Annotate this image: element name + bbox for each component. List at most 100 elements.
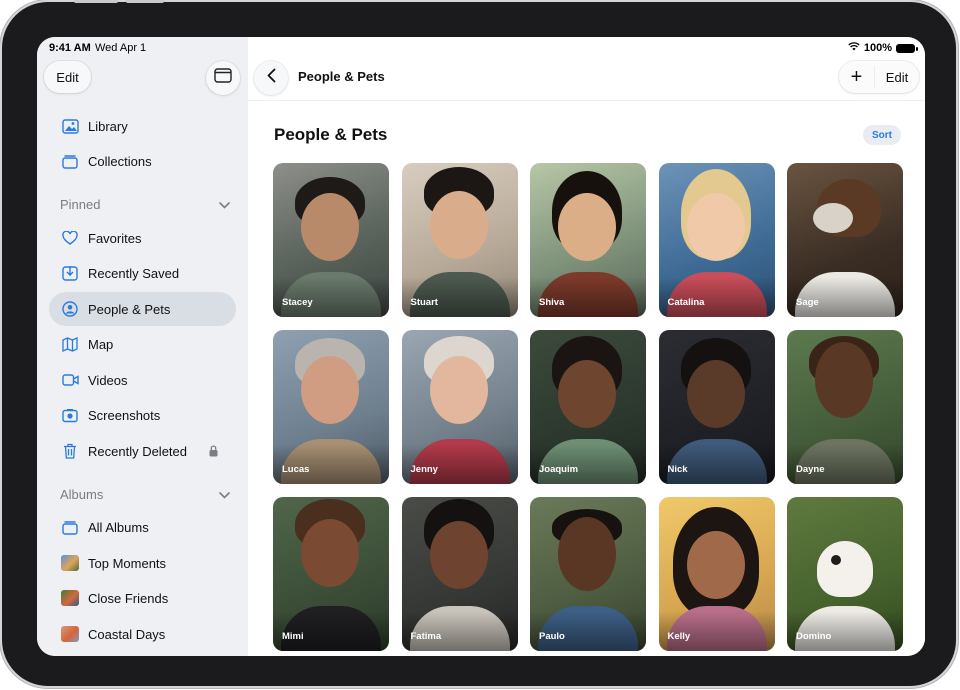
- sidebar-toggle-icon: [214, 68, 232, 88]
- sidebar-item-screenshots[interactable]: Screenshots: [49, 398, 236, 432]
- sidebar-item-label: Recently Saved: [88, 265, 180, 281]
- person-name: Stuart: [410, 297, 438, 308]
- person-card-shiva[interactable]: Shiva: [530, 163, 646, 317]
- edit-button[interactable]: Edit: [875, 70, 919, 85]
- back-button[interactable]: [254, 61, 288, 95]
- sidebar-toggle-button[interactable]: [206, 61, 240, 95]
- person-card-paulo[interactable]: Paulo: [530, 497, 646, 651]
- pinned-section-header[interactable]: Pinned: [60, 197, 230, 212]
- sidebar-item-all-albums[interactable]: All Albums: [49, 510, 236, 544]
- screen: 9:41 AM Wed Apr 1 100% Edit Library Coll…: [37, 37, 925, 656]
- volume-button: [74, 0, 118, 3]
- person-name: Paulo: [539, 631, 565, 642]
- volume-button: [126, 0, 164, 3]
- person-card-nick[interactable]: Nick: [658, 330, 775, 484]
- sidebar-item-label: Library: [88, 118, 128, 134]
- portrait-shape: [301, 356, 359, 424]
- person-name: Catalina: [667, 297, 705, 308]
- battery-icon: [896, 43, 918, 53]
- sidebar-item-recently-saved[interactable]: Recently Saved: [49, 256, 236, 290]
- sidebar-item-label: Map: [88, 336, 114, 352]
- portrait-shape: [429, 356, 488, 424]
- status-time: 9:41 AM: [49, 42, 91, 54]
- sidebar-item-label: Videos: [88, 372, 128, 388]
- sidebar-item-map[interactable]: Map: [49, 327, 236, 361]
- sidebar-item-label: Favorites: [88, 230, 142, 246]
- section-label: Pinned: [60, 197, 101, 212]
- sidebar-item-label: Screenshots: [88, 407, 161, 423]
- person-card-kelly[interactable]: Kelly: [658, 497, 775, 651]
- person-card-mimi[interactable]: Mimi: [273, 497, 389, 651]
- heart-icon: [61, 229, 79, 247]
- portrait-shape: [429, 521, 488, 589]
- sidebar-item-videos[interactable]: Videos: [49, 363, 236, 397]
- status-right: 100%: [848, 42, 918, 54]
- nav-title: People & Pets: [298, 69, 385, 84]
- person-name: Nick: [667, 464, 688, 475]
- person-name: Fatima: [410, 631, 442, 642]
- photo-library-icon: [61, 117, 79, 135]
- chevron-left-icon: [267, 68, 276, 88]
- portrait-shape: [815, 342, 873, 418]
- page-title: People & Pets: [274, 125, 388, 144]
- person-card-sage[interactable]: Sage: [787, 163, 903, 317]
- portrait-shape: [558, 517, 616, 591]
- person-card-stuart[interactable]: Stuart: [401, 163, 518, 317]
- sidebar-item-coastal-days[interactable]: Coastal Days: [49, 617, 236, 651]
- sidebar-item-people-pets[interactable]: People & Pets: [49, 292, 236, 326]
- ipad-frame: 9:41 AM Wed Apr 1 100% Edit Library Coll…: [2, 0, 956, 686]
- sidebar-item-label: Recently Deleted: [88, 443, 187, 459]
- sidebar-item-top-moments[interactable]: Top Moments: [49, 546, 236, 580]
- section-label: Albums: [60, 487, 104, 502]
- screenshot-icon: [61, 406, 79, 424]
- sidebar-edit-button[interactable]: Edit: [44, 61, 91, 93]
- person-card-jenny[interactable]: Jenny: [401, 330, 518, 484]
- albums-section-header[interactable]: Albums: [60, 487, 230, 502]
- portrait-shape: [558, 360, 616, 428]
- sort-button[interactable]: Sort: [863, 125, 901, 145]
- person-card-catalina[interactable]: Catalina: [658, 163, 775, 317]
- sidebar-item-collections[interactable]: Collections: [49, 144, 236, 178]
- album-thumbnail: [61, 554, 79, 572]
- sidebar-item-favorites[interactable]: Favorites: [49, 221, 236, 255]
- person-card-domino[interactable]: Domino: [787, 497, 903, 651]
- main-content: People & Pets + Edit People & Pets Sort …: [248, 37, 925, 656]
- person-circle-icon: [61, 300, 79, 318]
- person-name: Shiva: [539, 297, 565, 308]
- person-card-joaquim[interactable]: Joaquim: [530, 330, 646, 484]
- status-date: Wed Apr 1: [95, 42, 147, 54]
- sidebar-item-label: Coastal Days: [88, 626, 166, 642]
- sidebar: Edit Library Collections Pinned Favorite…: [37, 37, 248, 656]
- portrait-shape: [301, 519, 359, 587]
- trash-icon: [61, 442, 79, 460]
- toolbar-actions: + Edit: [839, 61, 919, 93]
- person-card-lucas[interactable]: Lucas: [273, 330, 389, 484]
- portrait-shape: [558, 193, 616, 261]
- sidebar-item-library[interactable]: Library: [49, 109, 236, 143]
- album-thumbnail: [61, 625, 79, 643]
- sidebar-item-recently-deleted[interactable]: Recently Deleted: [49, 434, 236, 468]
- status-bar: 9:41 AM Wed Apr 1 100%: [37, 37, 925, 61]
- portrait-shape: [817, 541, 873, 597]
- albums-icon: [61, 518, 79, 536]
- sidebar-item-label: People & Pets: [88, 301, 171, 317]
- plus-icon[interactable]: +: [839, 66, 875, 88]
- person-name: Jenny: [410, 464, 438, 475]
- wifi-icon: [848, 42, 860, 54]
- person-name: Mimi: [282, 631, 304, 642]
- person-card-fatima[interactable]: Fatima: [401, 497, 518, 651]
- chevron-down-icon: [219, 197, 230, 212]
- person-card-stacey[interactable]: Stacey: [273, 163, 389, 317]
- sidebar-item-close-friends[interactable]: Close Friends: [49, 581, 236, 615]
- portrait-shape: [429, 191, 488, 259]
- person-card-dayne[interactable]: Dayne: [787, 330, 903, 484]
- map-icon: [61, 335, 79, 353]
- sidebar-item-label: Top Moments: [88, 555, 167, 571]
- sidebar-item-label: Collections: [88, 153, 152, 169]
- portrait-shape: [831, 555, 841, 565]
- portrait-shape: [813, 203, 853, 233]
- portrait-shape: [686, 531, 745, 599]
- collections-icon: [61, 152, 79, 170]
- lock-icon: [209, 445, 218, 460]
- sidebar-item-label: Close Friends: [88, 590, 169, 606]
